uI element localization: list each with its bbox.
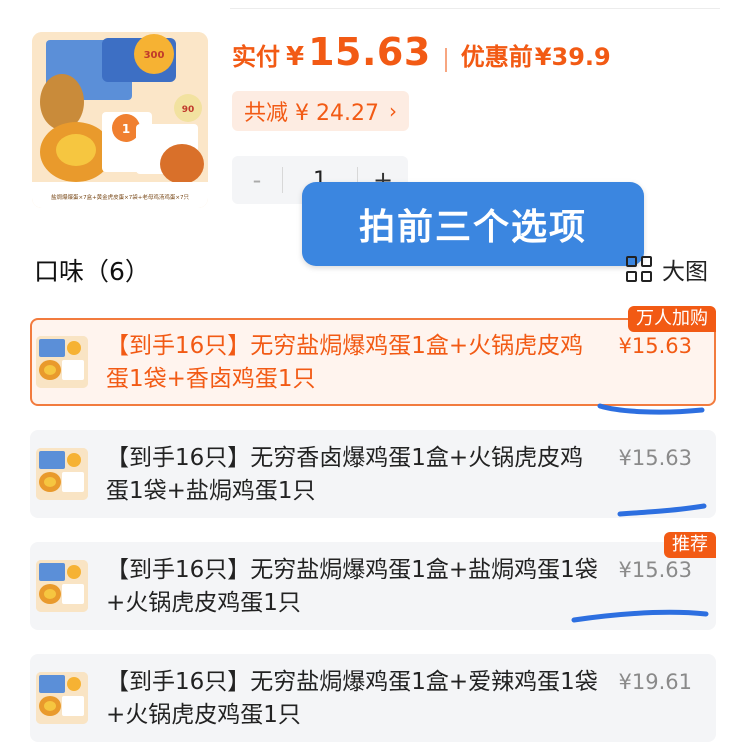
big-image-toggle[interactable]: 大图 [626,252,708,286]
option-title: 【到手16只】无穷盐焗爆鸡蛋1盒+盐焗鸡蛋1袋+火锅虎皮鸡蛋1只 [106,557,598,616]
discount-text: 共减 ¥ 24.27 [244,101,379,126]
product-image[interactable]: 300 1 90 盐焗爆爆蛋×7盒+黄金虎皮蛋×7袋+老母鸡汤鸡蛋×7只 [32,32,208,208]
price-row: 实付 ¥ 15.63 优惠前 ¥39.9 [232,30,611,90]
underline-scribble-1 [597,403,705,415]
option-title: 【到手16只】无穷盐焗爆鸡蛋1盒+火锅虎皮鸡蛋1袋+香卤鸡蛋1只 [106,333,584,392]
bottom-strip-text: 盐焗爆爆蛋×7盒+黄金虎皮蛋×7袋+老母鸡汤鸡蛋×7只 [51,193,190,201]
annotation-overlay: 拍前三个选项 [302,182,644,266]
top-divider [230,8,720,9]
option-price: ¥19.61 [618,670,692,694]
underline-scribble-3 [571,609,709,623]
badge-right-text: 90 [182,105,195,115]
option-title: 【到手16只】无穷香卤爆鸡蛋1盒+火锅虎皮鸡蛋1袋+盐焗鸡蛋1只 [106,445,584,504]
underline-scribble-2 [617,503,707,517]
option-price: ¥15.63 [618,558,692,582]
actual-price-label: 实付 [232,43,280,71]
decrease-button[interactable]: - [232,156,282,204]
big-image-label: 大图 [662,259,708,285]
flavor-option-1[interactable]: 【到手16只】无穷盐焗爆鸡蛋1盒+火锅虎皮鸡蛋1袋+香卤鸡蛋1只 ¥15.63 … [30,306,716,406]
flavor-section-title: 口味（6） [34,257,150,286]
option-price: ¥15.63 [618,334,692,358]
original-price-label: 优惠前 [460,43,533,71]
flavor-option-4[interactable]: 【到手16只】无穷盐焗爆鸡蛋1盒+爱辣鸡蛋1袋+火锅虎皮鸡蛋1只 ¥19.61 [30,654,716,742]
discount-chip[interactable]: 共减 ¥ 24.27 › [232,91,409,131]
option-title: 【到手16只】无穷盐焗爆鸡蛋1盒+爱辣鸡蛋1袋+火锅虎皮鸡蛋1只 [106,669,598,728]
original-price: ¥39.9 [534,43,611,71]
option-tag: 推荐 [664,532,716,558]
badge-mid-text: 1 [122,122,130,136]
price-currency: ¥ [286,42,305,72]
option-tag: 万人加购 [628,306,716,332]
badge-top-text: 300 [144,50,165,61]
chevron-right-icon: › [388,99,397,123]
actual-price: 15.63 [308,30,431,74]
price-separator [444,48,447,72]
grid-icon [626,256,652,282]
option-thumbnail [36,336,88,388]
option-price: ¥15.63 [618,446,692,470]
product-illustration: 300 1 90 盐焗爆爆蛋×7盒+黄金虎皮蛋×7袋+老母鸡汤鸡蛋×7只 [32,32,208,208]
option-thumbnail [36,672,88,724]
option-thumbnail [36,560,88,612]
option-thumbnail [36,448,88,500]
